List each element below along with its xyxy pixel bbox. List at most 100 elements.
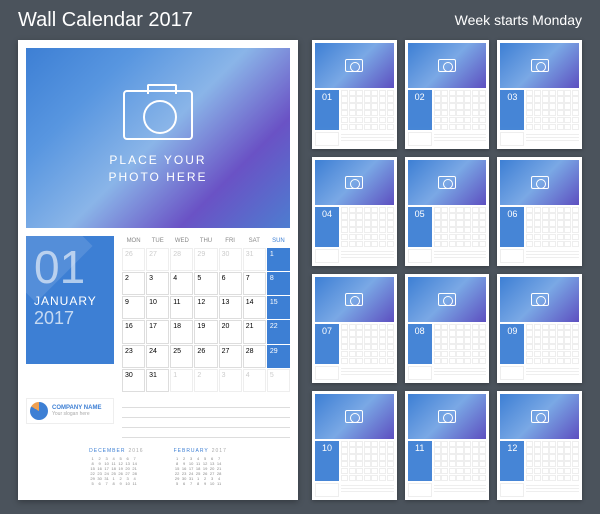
thumb-month-num: 04	[315, 207, 339, 247]
day-cell: 1	[267, 248, 290, 271]
company-block: COMPANY NAME Your slogan here	[26, 398, 114, 438]
thumb-grid	[341, 207, 394, 247]
thumbnail-month: 10	[312, 391, 397, 500]
camera-icon	[531, 176, 549, 189]
day-headers: MonTueWedThuFriSatSun	[122, 236, 290, 246]
thumbnail-month: 06	[497, 157, 582, 266]
thumb-photo	[500, 394, 579, 439]
day-cell: 14	[243, 296, 266, 319]
thumb-month-num: 05	[408, 207, 432, 247]
day-cell: 18	[170, 320, 193, 343]
thumb-photo	[315, 43, 394, 88]
prev-month-mini: DECEMBER2016 123456789101112131415161718…	[89, 448, 143, 486]
thumb-grid	[434, 324, 487, 364]
day-cell: 29	[194, 248, 217, 271]
content: PLACE YOURPHOTO HERE 01 JANUARY 2017 Mon…	[0, 40, 600, 500]
day-cell: 24	[146, 345, 169, 368]
thumb-photo	[315, 277, 394, 322]
thumb-month-num: 02	[408, 90, 432, 130]
calendar-grid-wrap: MonTueWedThuFriSatSun 262728293031123456…	[122, 236, 290, 392]
month-badge: 01 JANUARY 2017	[26, 236, 114, 364]
month-year: 2017	[34, 308, 106, 329]
calendar-main-page: PLACE YOURPHOTO HERE 01 JANUARY 2017 Mon…	[18, 40, 298, 500]
day-cell: 5	[267, 369, 290, 392]
camera-icon	[531, 59, 549, 72]
info-row: COMPANY NAME Your slogan here	[18, 392, 298, 444]
thumbnail-month: 08	[405, 274, 490, 383]
day-cell: 26	[194, 345, 217, 368]
month-number: 01	[34, 244, 106, 290]
camera-icon	[345, 293, 363, 306]
camera-icon	[345, 176, 363, 189]
camera-icon	[531, 293, 549, 306]
thumbnail-month: 01	[312, 40, 397, 149]
notes-lines	[122, 398, 290, 438]
month-name: JANUARY	[34, 294, 106, 308]
thumb-month-num: 11	[408, 441, 432, 481]
photo-placeholder-text: PLACE YOURPHOTO HERE	[108, 152, 207, 186]
camera-icon	[531, 410, 549, 423]
day-cell: 30	[219, 248, 242, 271]
day-cell: 29	[267, 345, 290, 368]
day-cell: 23	[122, 345, 145, 368]
day-cell: 17	[146, 320, 169, 343]
thumb-photo	[315, 160, 394, 205]
thumb-month-num: 03	[500, 90, 524, 130]
day-cell: 2	[194, 369, 217, 392]
thumbnail-month: 12	[497, 391, 582, 500]
thumbnails-grid: 01 02 03 04 05 06 07 08 09 10 11 12	[312, 40, 582, 500]
day-header: Sat	[243, 236, 266, 246]
thumb-photo	[500, 277, 579, 322]
thumbnail-month: 04	[312, 157, 397, 266]
day-cell: 3	[146, 272, 169, 295]
day-cell: 31	[243, 248, 266, 271]
thumbnail-month: 02	[405, 40, 490, 149]
thumb-grid	[434, 441, 487, 481]
thumb-month-num: 09	[500, 324, 524, 364]
thumb-month-num: 12	[500, 441, 524, 481]
thumb-photo	[500, 43, 579, 88]
camera-icon	[438, 410, 456, 423]
thumb-grid	[341, 441, 394, 481]
thumbnail-month: 05	[405, 157, 490, 266]
camera-icon	[438, 176, 456, 189]
day-cell: 4	[170, 272, 193, 295]
thumb-grid	[341, 90, 394, 130]
header: Wall Calendar 2017 Week starts Monday	[0, 0, 600, 40]
thumb-month-num: 08	[408, 324, 432, 364]
day-cell: 8	[267, 272, 290, 295]
day-header: Mon	[122, 236, 145, 246]
camera-icon	[345, 59, 363, 72]
day-cell: 26	[122, 248, 145, 271]
day-grid: 2627282930311234567891011121314151617181…	[122, 248, 290, 392]
day-cell: 28	[170, 248, 193, 271]
thumbnail-month: 07	[312, 274, 397, 383]
thumb-month-num: 07	[315, 324, 339, 364]
page-subtitle: Week starts Monday	[455, 12, 582, 28]
thumbnail-month: 03	[497, 40, 582, 149]
day-cell: 20	[219, 320, 242, 343]
camera-icon	[438, 59, 456, 72]
day-cell: 30	[122, 369, 145, 392]
thumb-grid	[434, 207, 487, 247]
thumb-photo	[408, 394, 487, 439]
calendar-body: 01 JANUARY 2017 MonTueWedThuFriSatSun 26…	[18, 236, 298, 392]
day-cell: 6	[219, 272, 242, 295]
camera-icon	[438, 293, 456, 306]
thumb-photo	[408, 43, 487, 88]
day-header: Thu	[194, 236, 217, 246]
page-title: Wall Calendar 2017	[18, 9, 193, 32]
thumb-month-num: 10	[315, 441, 339, 481]
day-cell: 21	[243, 320, 266, 343]
thumb-grid	[434, 90, 487, 130]
day-cell: 7	[243, 272, 266, 295]
day-cell: 12	[194, 296, 217, 319]
thumb-grid	[526, 324, 579, 364]
day-header: Fri	[219, 236, 242, 246]
day-header: Tue	[146, 236, 169, 246]
thumbnail-month: 09	[497, 274, 582, 383]
day-cell: 27	[146, 248, 169, 271]
thumb-photo	[315, 394, 394, 439]
day-header: Wed	[170, 236, 193, 246]
day-cell: 15	[267, 296, 290, 319]
